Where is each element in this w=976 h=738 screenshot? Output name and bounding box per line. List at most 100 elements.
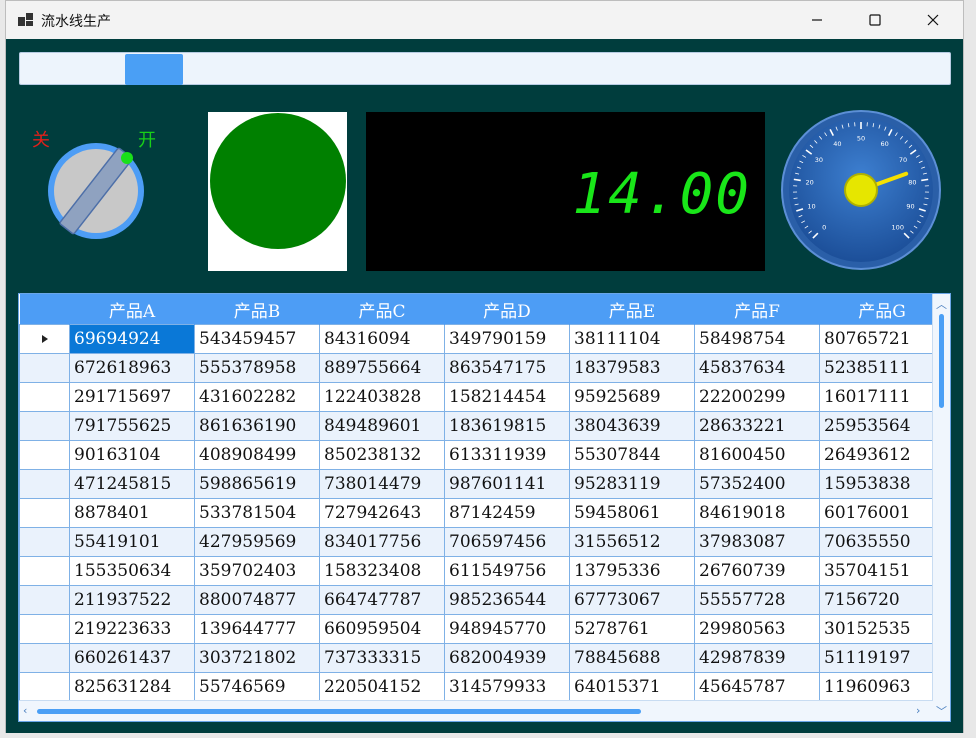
row-header[interactable]: [19, 353, 70, 383]
table-cell[interactable]: 706597456: [444, 527, 570, 557]
table-cell[interactable]: 314579933: [444, 672, 570, 702]
table-cell[interactable]: 158323408: [319, 556, 445, 586]
row-header[interactable]: [19, 469, 70, 499]
column-header[interactable]: 产品F: [694, 294, 820, 325]
table-cell[interactable]: 90163104: [69, 440, 195, 470]
column-header[interactable]: 产品G: [819, 294, 945, 325]
column-header[interactable]: 产品C: [319, 294, 445, 325]
table-cell[interactable]: 22200299: [694, 382, 820, 412]
table-cell[interactable]: 84619018: [694, 498, 820, 528]
table-cell[interactable]: 55307844: [569, 440, 695, 470]
table-cell[interactable]: 158214454: [444, 382, 570, 412]
table-cell[interactable]: 408908499: [194, 440, 320, 470]
table-cell[interactable]: 25953564: [819, 411, 945, 441]
table-cell[interactable]: 30152535: [819, 614, 945, 644]
minimize-button[interactable]: [794, 1, 840, 39]
table-cell[interactable]: 60176001: [819, 498, 945, 528]
progress-thumb[interactable]: [125, 54, 183, 85]
table-cell[interactable]: 95925689: [569, 382, 695, 412]
table-cell[interactable]: 727942643: [319, 498, 445, 528]
table-cell[interactable]: 850238132: [319, 440, 445, 470]
table-cell[interactable]: 64015371: [569, 672, 695, 702]
table-row[interactable]: 660261437 303721802 737333315 682004939 7884…: [19, 643, 945, 673]
table-cell[interactable]: 45837634: [694, 353, 820, 383]
row-header[interactable]: [19, 411, 70, 441]
vertical-scrollbar[interactable]: ︿: [932, 294, 950, 702]
row-header[interactable]: [19, 440, 70, 470]
table-cell[interactable]: 26760739: [694, 556, 820, 586]
table-cell[interactable]: 431602282: [194, 382, 320, 412]
table-cell[interactable]: 987601141: [444, 469, 570, 499]
row-header[interactable]: [19, 527, 70, 557]
table-cell[interactable]: 51119197: [819, 643, 945, 673]
table-cell[interactable]: 985236544: [444, 585, 570, 615]
table-cell[interactable]: 863547175: [444, 353, 570, 383]
table-cell[interactable]: 682004939: [444, 643, 570, 673]
table-cell[interactable]: 28633221: [694, 411, 820, 441]
table-cell[interactable]: 738014479: [319, 469, 445, 499]
table-cell[interactable]: 672618963: [69, 353, 195, 383]
table-cell[interactable]: 611549756: [444, 556, 570, 586]
scroll-up-icon[interactable]: ︿: [936, 296, 947, 312]
table-cell[interactable]: 11960963: [819, 672, 945, 702]
table-cell[interactable]: 8878401: [69, 498, 195, 528]
close-button[interactable]: [910, 1, 956, 39]
table-cell[interactable]: 825631284: [69, 672, 195, 702]
table-cell[interactable]: 59458061: [569, 498, 695, 528]
table-row[interactable]: 471245815 598865619 738014479 987601141 9528…: [19, 469, 945, 499]
table-cell[interactable]: 5278761: [569, 614, 695, 644]
column-header[interactable]: 产品D: [444, 294, 570, 325]
table-row[interactable]: 69694924 543459457 84316094 349790159 381111…: [19, 324, 945, 354]
table-row[interactable]: 291715697 431602282 122403828 158214454 9592…: [19, 382, 945, 412]
table-cell[interactable]: 427959569: [194, 527, 320, 557]
table-cell[interactable]: 664747787: [319, 585, 445, 615]
table-cell[interactable]: 84316094: [319, 324, 445, 354]
horizontal-scrollbar[interactable]: ‹ ›: [19, 700, 933, 721]
table-cell[interactable]: 38111104: [569, 324, 695, 354]
table-cell[interactable]: 471245815: [69, 469, 195, 499]
table-cell[interactable]: 598865619: [194, 469, 320, 499]
table-cell[interactable]: 139644777: [194, 614, 320, 644]
table-cell[interactable]: 95283119: [569, 469, 695, 499]
table-cell[interactable]: 889755664: [319, 353, 445, 383]
table-cell[interactable]: 80765721: [819, 324, 945, 354]
maximize-button[interactable]: [852, 1, 898, 39]
table-cell[interactable]: 69694924: [69, 324, 195, 354]
table-cell[interactable]: 16017111: [819, 382, 945, 412]
table-row[interactable]: 825631284 55746569 220504152 314579933 64015…: [19, 672, 945, 702]
table-row[interactable]: 211937522 880074877 664747787 985236544 6777…: [19, 585, 945, 615]
power-switch[interactable]: 关 开: [26, 124, 166, 254]
table-cell[interactable]: 849489601: [319, 411, 445, 441]
table-cell[interactable]: 220504152: [319, 672, 445, 702]
table-cell[interactable]: 29980563: [694, 614, 820, 644]
table-cell[interactable]: 155350634: [69, 556, 195, 586]
table-cell[interactable]: 70635550: [819, 527, 945, 557]
column-header[interactable]: 产品A: [69, 294, 195, 325]
table-cell[interactable]: 57352400: [694, 469, 820, 499]
vertical-scroll-thumb[interactable]: [939, 314, 944, 408]
horizontal-scroll-thumb[interactable]: [37, 709, 641, 714]
table-cell[interactable]: 18379583: [569, 353, 695, 383]
table-cell[interactable]: 791755625: [69, 411, 195, 441]
table-row[interactable]: 55419101 427959569 834017756 706597456 31556…: [19, 527, 945, 557]
table-row[interactable]: 8878401 533781504 727942643 87142459 5945806…: [19, 498, 945, 528]
table-row[interactable]: 672618963 555378958 889755664 863547175 1837…: [19, 353, 945, 383]
scroll-left-icon[interactable]: ‹: [23, 704, 27, 717]
table-row[interactable]: 791755625 861636190 849489601 183619815 3804…: [19, 411, 945, 441]
table-cell[interactable]: 58498754: [694, 324, 820, 354]
table-row[interactable]: 219223633 139644777 660959504 948945770 5278…: [19, 614, 945, 644]
scroll-right-icon[interactable]: ›: [916, 704, 920, 717]
table-cell[interactable]: 219223633: [69, 614, 195, 644]
table-row[interactable]: 90163104 408908499 850238132 613311939 55307…: [19, 440, 945, 470]
data-grid[interactable]: 产品A 产品B 产品C 产品D 产品E 产品F 产品G 69694924 543459457 8…: [18, 293, 951, 722]
table-cell[interactable]: 13795336: [569, 556, 695, 586]
row-header[interactable]: [19, 585, 70, 615]
row-header[interactable]: [19, 614, 70, 644]
row-header[interactable]: [19, 324, 70, 354]
table-cell[interactable]: 660959504: [319, 614, 445, 644]
row-header[interactable]: [19, 672, 70, 702]
scroll-down-icon[interactable]: ﹀: [936, 703, 947, 719]
table-cell[interactable]: 38043639: [569, 411, 695, 441]
table-cell[interactable]: 303721802: [194, 643, 320, 673]
row-header[interactable]: [19, 556, 70, 586]
